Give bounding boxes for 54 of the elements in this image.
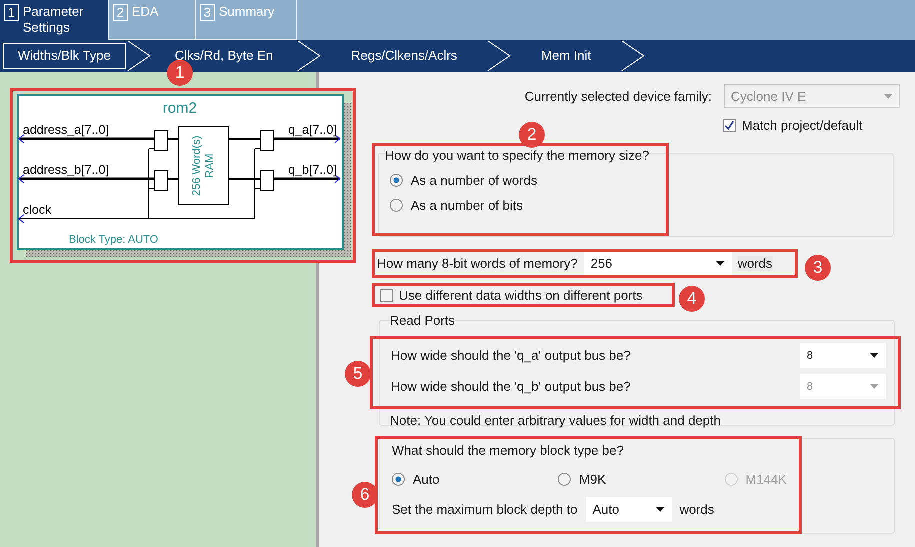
radio-button[interactable] [392,473,405,486]
group-title: How do you want to specify the memory size? [385,148,650,163]
checkbox-label: Match project/default [742,118,863,133]
chevron-icon [620,40,646,72]
port-label: clock [23,203,52,217]
radio-label: Auto [413,472,440,487]
radio-label: M9K [579,472,606,487]
word-count-dropdown[interactable]: 256 [584,252,732,275]
checkbox[interactable] [380,288,393,302]
port-label: address_a[7..0] [23,123,110,137]
step-tab[interactable]: Mem Init [512,43,620,69]
step-tab[interactable]: Widths/Blk Type [3,43,126,69]
group-title: What should the memory block type be? [392,443,625,458]
annotation-badge: 4 [679,286,705,312]
annotation-badge: 2 [519,122,545,148]
note-text: Note: You could enter arbitrary values for width and depth [390,413,722,428]
radio-label: M144K [746,472,787,487]
block-label: RAM [204,154,216,178]
caret-icon [870,353,879,358]
caret-icon [884,94,893,98]
annotation-badge: 3 [805,255,831,281]
radio-label: As a number of bits [411,198,523,213]
block-type-label: Block Type: AUTO [69,234,158,246]
chevron-icon [296,40,322,72]
block-label: 256 Word(s) [191,136,203,196]
caret-icon [716,261,725,266]
chevron-icon [126,40,152,72]
block-title: rom2 [162,100,198,117]
port-label: q_a[7..0] [288,123,337,137]
annotation-badge: 5 [345,361,371,387]
caret-icon [656,507,665,512]
field-label: How wide should the 'q_b' output bus be? [391,379,631,394]
checkbox-label: Use different data widths on different ports [399,288,643,302]
annotation-badge: 6 [352,482,378,508]
radio-button[interactable] [390,174,403,187]
field-label: How wide should the 'q_a' output bus be? [391,348,631,363]
wizard-tab[interactable]: 1 Parameter Settings [0,0,109,40]
field-label: Set the maximum block depth to [392,502,578,517]
bus-width-dropdown[interactable]: 8 [800,343,886,368]
chevron-icon [486,40,512,72]
device-family-label: Currently selected device family: [524,88,712,104]
radio-label: As a number of words [411,173,538,188]
unit-label: words [738,256,773,271]
radio-button[interactable] [390,199,403,212]
caret-icon [870,384,879,389]
port-label: address_b[7..0] [23,163,110,177]
block-depth-dropdown[interactable]: Auto [586,497,672,522]
step-tab[interactable]: Regs/Clkens/Aclrs [322,43,486,69]
checkbox[interactable] [723,119,736,132]
field-label: How many 8-bit words of memory? [377,256,578,271]
port-label: q_b[7..0] [288,163,337,177]
radio-button[interactable] [558,473,572,486]
unit-label: words [680,502,714,517]
group-title: Read Ports [390,313,456,328]
